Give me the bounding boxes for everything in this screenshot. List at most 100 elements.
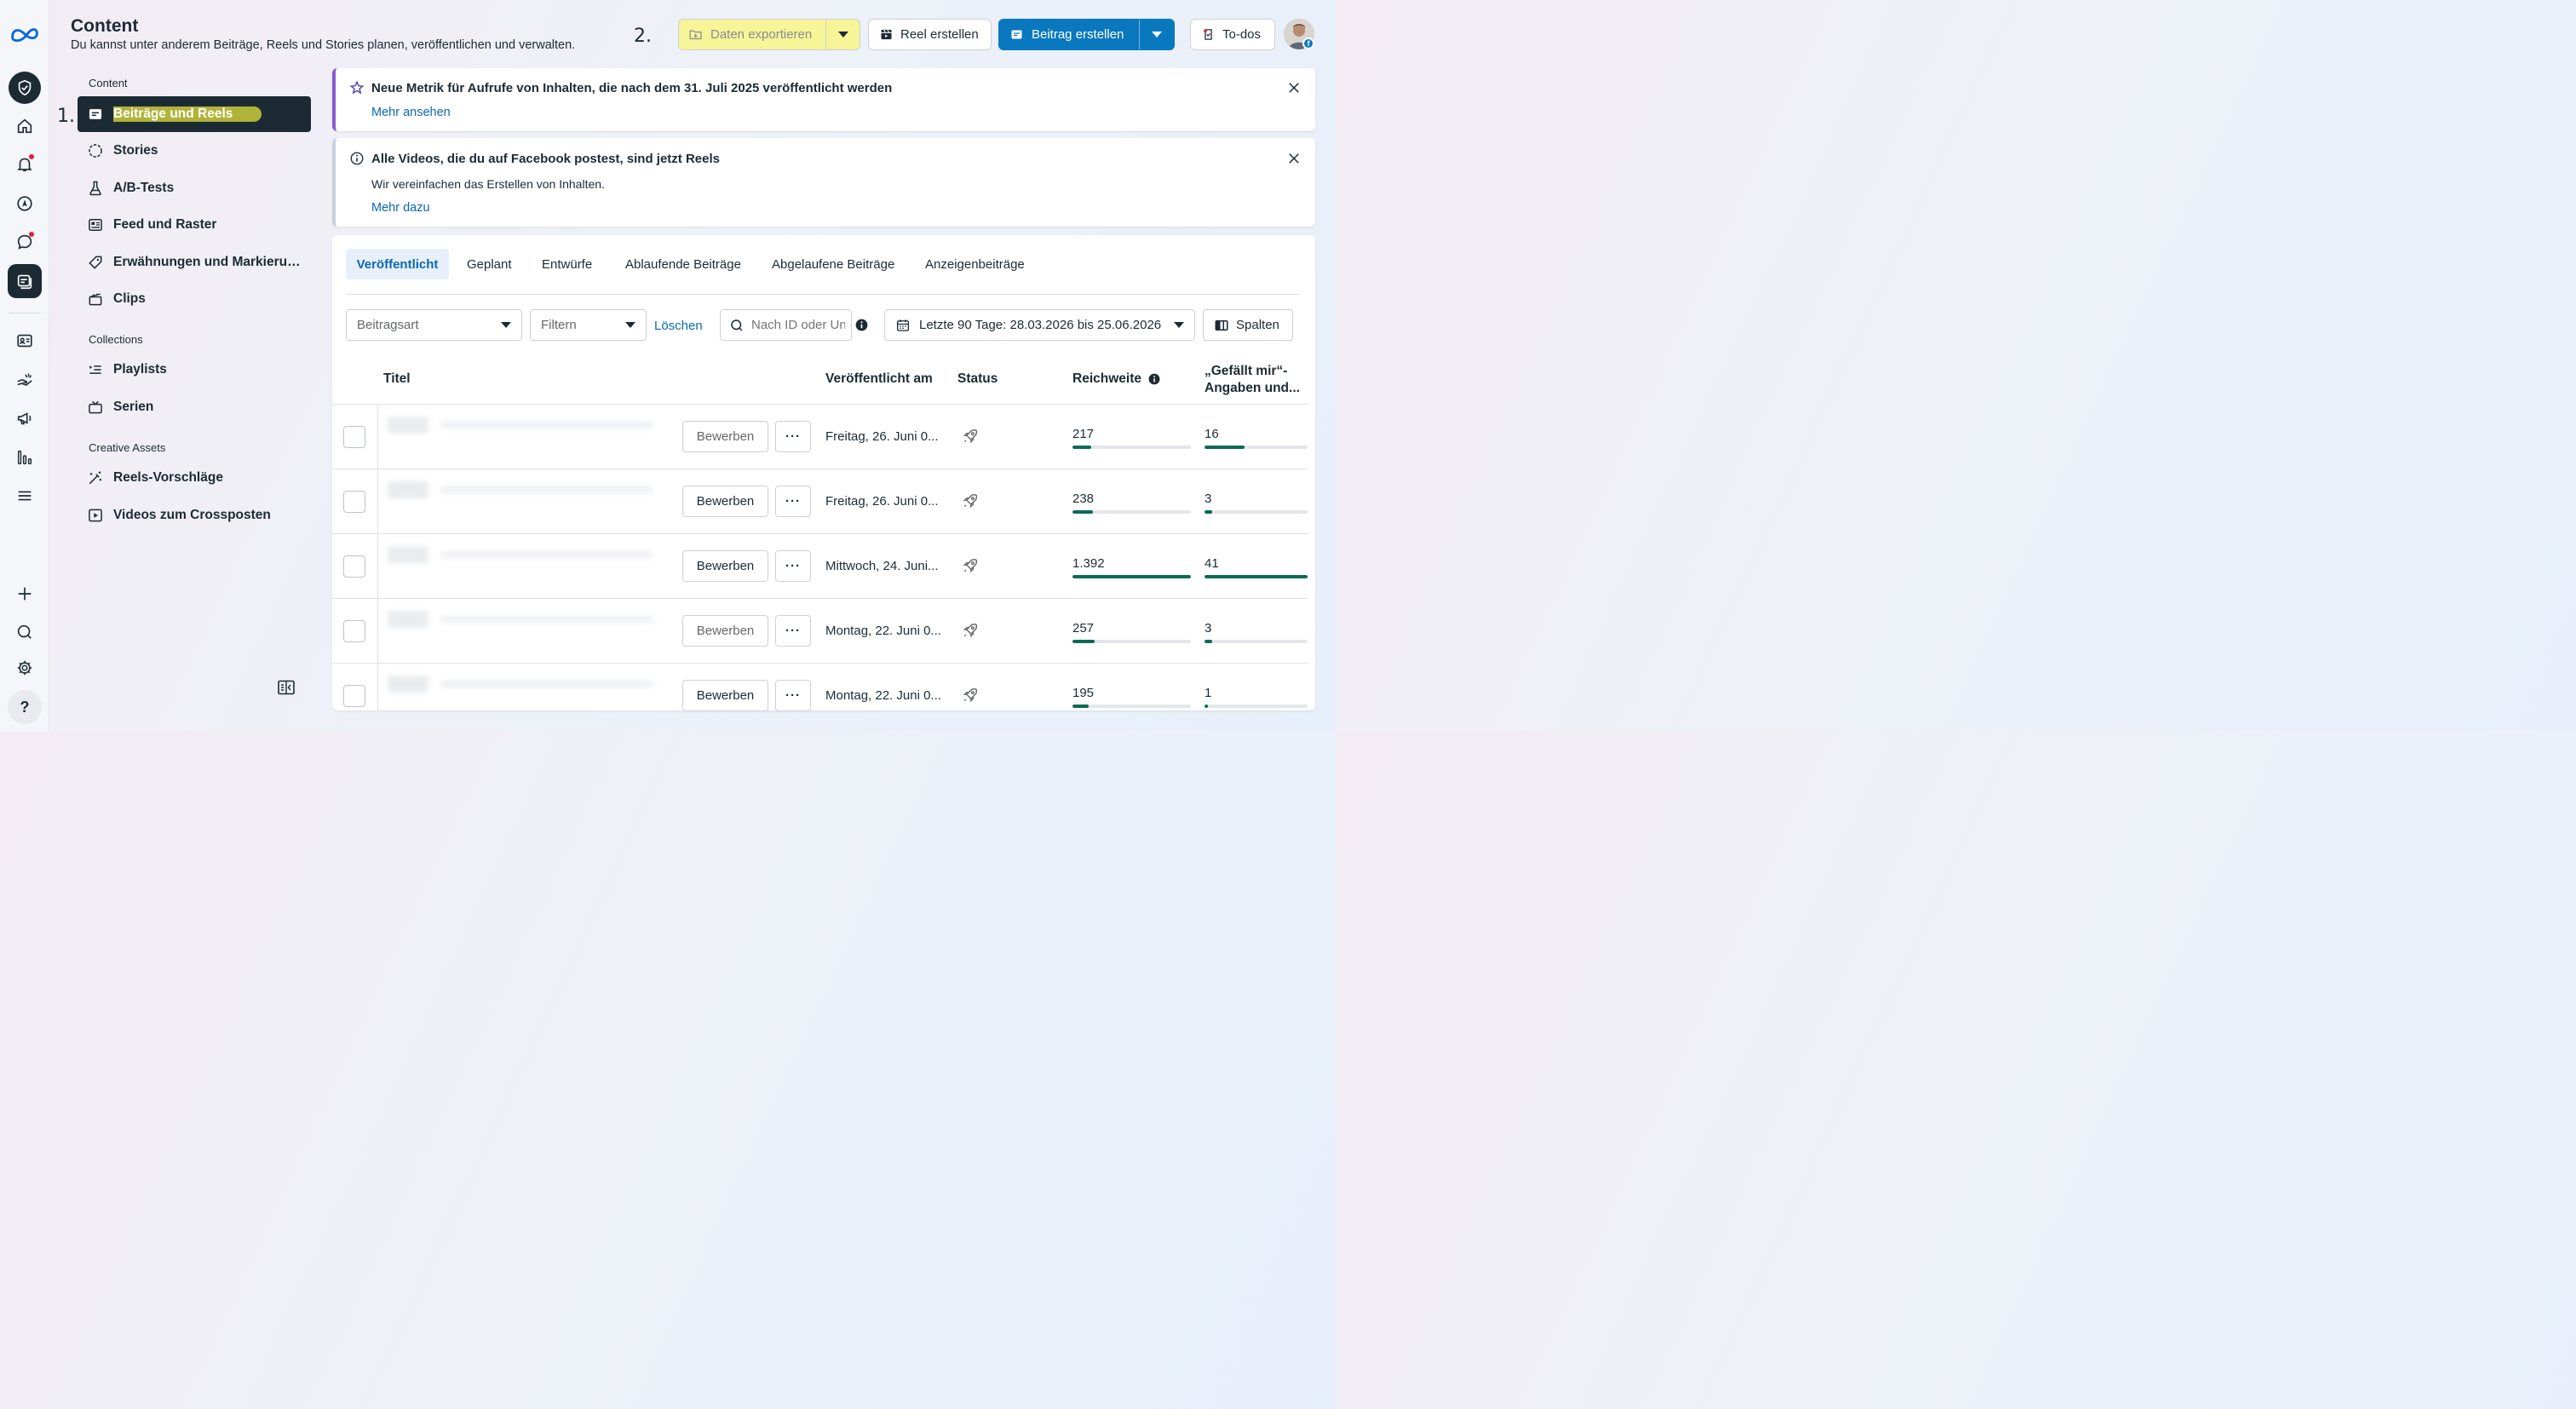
tab-drafts[interactable]: Entwürfe [531, 249, 603, 279]
published-date: Freitag, 26. Juni 0... [825, 429, 939, 444]
published-date: Mittwoch, 24. Juni... [825, 559, 939, 573]
sidebar-item-mentions-tags[interactable]: Erwähnungen und Markierungen [78, 244, 311, 280]
more-options-button[interactable]: ··· [775, 421, 811, 452]
contact-card-icon[interactable] [8, 324, 42, 358]
search-icon[interactable] [8, 615, 42, 649]
more-options-button[interactable]: ··· [775, 550, 811, 582]
sidebar-item-playlists[interactable]: Playlists [78, 352, 311, 388]
promote-button[interactable]: Bewerben [682, 615, 768, 647]
sidebar-item-series[interactable]: Serien [78, 389, 311, 425]
more-dots-icon: ··· [785, 559, 801, 573]
content-icon[interactable] [8, 264, 42, 298]
more-options-button[interactable]: ··· [775, 615, 811, 647]
page-title: Content [71, 16, 139, 36]
column-header-title[interactable]: Titel [383, 371, 411, 387]
create-reel-label: Reel erstellen [900, 27, 979, 42]
compass-icon[interactable] [8, 187, 42, 221]
todos-button[interactable]: To-dos [1190, 19, 1275, 50]
bell-icon[interactable] [8, 147, 42, 181]
menu-icon[interactable] [8, 479, 42, 513]
annotation-1: 1. [57, 106, 75, 127]
create-post-button[interactable]: Beitrag erstellen [998, 19, 1175, 50]
likes-value: 3 [1205, 492, 1212, 506]
post-icon [1011, 30, 1022, 39]
create-reel-button[interactable]: Reel erstellen [868, 19, 992, 50]
sidebar-item-crosspost-videos[interactable]: Videos zum Crossposten [78, 497, 311, 533]
home-icon[interactable] [8, 109, 42, 143]
tab-expiring[interactable]: Ablaufende Beiträge [614, 249, 752, 279]
banner-link[interactable]: Mehr dazu [371, 201, 430, 215]
post-preview-blurred[interactable] [388, 481, 669, 498]
column-header-reach[interactable]: Reichweite [1072, 371, 1141, 387]
sidebar-item-stories[interactable]: Stories [78, 133, 311, 169]
promote-button[interactable]: Bewerben [682, 486, 768, 517]
export-data-button[interactable]: Daten exportieren [678, 19, 860, 50]
more-options-button[interactable]: ··· [775, 680, 811, 711]
date-range-picker[interactable]: Letzte 90 Tage: 28.03.2026 bis 25.06.202… [884, 309, 1195, 341]
chevron-down-icon[interactable] [826, 32, 860, 37]
shield-check-icon[interactable] [9, 72, 41, 104]
tab-ad-posts[interactable]: Anzeigenbeiträge [914, 249, 1036, 279]
tab-scheduled[interactable]: Geplant [456, 249, 523, 279]
row-checkbox[interactable] [343, 426, 365, 448]
hand-coin-icon[interactable] [8, 363, 42, 397]
filter-select[interactable]: Filtern [530, 309, 647, 341]
post-preview-blurred[interactable] [388, 676, 669, 693]
row-divider [332, 598, 1308, 599]
column-header-likes[interactable]: „Gefällt mir“-Angaben und... [1205, 363, 1305, 397]
post-preview-blurred[interactable] [388, 546, 669, 563]
rocket-icon [962, 492, 979, 509]
clear-filters-link[interactable]: Löschen [654, 319, 703, 333]
bar-chart-icon[interactable] [8, 440, 42, 474]
feed-grid-icon [89, 219, 102, 231]
more-options-button[interactable]: ··· [775, 486, 811, 517]
tag-icon [89, 256, 102, 269]
row-checkbox[interactable] [343, 555, 365, 578]
column-header-status[interactable]: Status [957, 371, 998, 387]
row-checkbox[interactable] [343, 491, 365, 513]
sidebar-item-reels-suggestions[interactable]: Reels-Vorschläge [78, 460, 311, 496]
megaphone-icon[interactable] [8, 401, 42, 435]
sidebar-item-feed-grid[interactable]: Feed und Raster [78, 207, 311, 243]
help-icon[interactable]: ? [8, 690, 42, 724]
chat-icon[interactable] [8, 225, 42, 259]
promote-button[interactable]: Bewerben [682, 421, 768, 452]
promote-label: Bewerben [696, 494, 755, 509]
sidebar-item-clips[interactable]: Clips [78, 281, 311, 317]
published-date: Freitag, 26. Juni 0... [825, 494, 939, 509]
banner-link[interactable]: Mehr ansehen [371, 106, 451, 119]
info-icon[interactable] [855, 319, 868, 331]
sidebar-item-posts-reels[interactable]: Beiträge und Reels [78, 96, 311, 132]
sidebar-item-ab-tests[interactable]: A/B-Tests [78, 170, 311, 206]
close-icon[interactable] [1286, 80, 1302, 95]
info-icon[interactable] [1148, 373, 1160, 385]
row-checkbox[interactable] [343, 685, 365, 707]
post-preview-blurred[interactable] [388, 417, 669, 434]
search-field[interactable] [720, 309, 852, 341]
tab-published[interactable]: Veröffentlicht [346, 249, 449, 279]
columns-label: Spalten [1236, 318, 1279, 332]
columns-button[interactable]: Spalten [1203, 309, 1293, 341]
column-header-published[interactable]: Veröffentlicht am [825, 371, 933, 387]
sidebar-section-creative-assets: Creative Assets [89, 441, 166, 454]
gear-icon[interactable] [8, 651, 42, 685]
sidebar-item-label: Serien [113, 400, 154, 414]
tab-expired[interactable]: Abgelaufene Beiträge [761, 249, 906, 279]
promote-button[interactable]: Bewerben [682, 680, 768, 711]
rocket-icon [962, 428, 979, 445]
close-icon[interactable] [1286, 151, 1302, 166]
promote-button[interactable]: Bewerben [682, 550, 768, 582]
collapse-sidebar-icon[interactable] [278, 680, 295, 695]
plus-icon[interactable] [8, 577, 42, 611]
create-post-label: Beitrag erstellen [1032, 27, 1124, 42]
more-dots-icon: ··· [785, 494, 801, 509]
chevron-down-icon[interactable] [1140, 32, 1174, 37]
row-checkbox[interactable] [343, 620, 365, 642]
banner-title: Neue Metrik für Aufrufe von Inhalten, di… [371, 81, 893, 95]
search-input[interactable] [751, 318, 845, 332]
columns-icon [1215, 319, 1228, 331]
meta-logo-icon[interactable] [8, 17, 42, 51]
promote-label: Bewerben [696, 559, 755, 573]
post-preview-blurred[interactable] [388, 611, 669, 628]
post-type-select[interactable]: Beitragsart [346, 309, 522, 341]
